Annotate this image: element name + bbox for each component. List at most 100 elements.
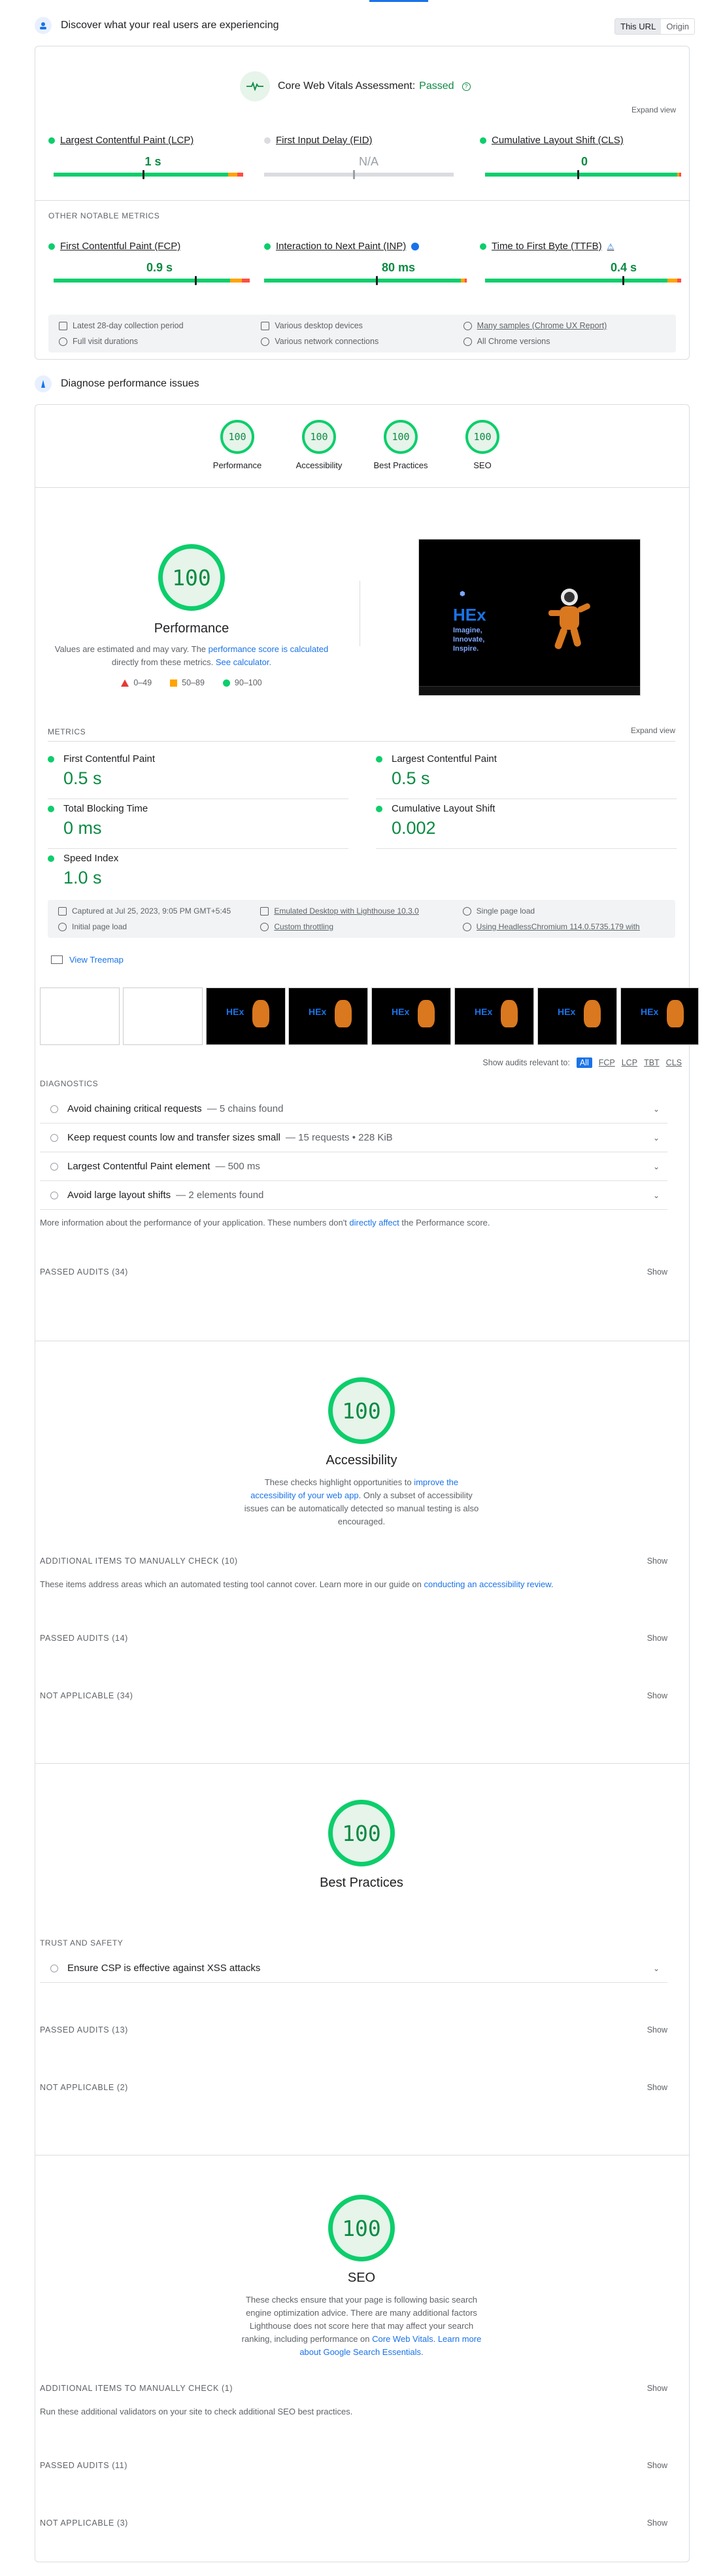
distribution-bar	[485, 276, 681, 285]
best-practices-gauge: 100	[328, 1800, 395, 1866]
show-button[interactable]: Show	[647, 1691, 667, 1700]
tab-seo[interactable]: 100 SEO	[453, 420, 512, 470]
good-dot-icon	[48, 137, 55, 144]
chevron-down-icon: ⌄	[652, 1963, 660, 1973]
audit-item[interactable]: Keep request counts low and transfer siz…	[40, 1124, 667, 1152]
accessibility-review-link[interactable]: conducting an accessibility review	[424, 1579, 551, 1589]
metric-name: First Contentful Paint (FCP)	[60, 241, 181, 252]
show-button[interactable]: Show	[647, 1267, 667, 1277]
crux-info-box: Latest 28-day collection period Various …	[48, 315, 676, 352]
cwv-card: Core Web Vitals Assessment: Passed ? Exp…	[35, 46, 690, 360]
filter-all[interactable]: All	[576, 1057, 592, 1068]
filter-tbt[interactable]: TBT	[644, 1058, 660, 1067]
metric-name: Cumulative Layout Shift (CLS)	[492, 135, 624, 146]
info-item: All Chrome versions	[463, 337, 665, 346]
divider	[35, 200, 690, 201]
metric-value: 0.9 s	[146, 261, 173, 274]
assessment-label: Core Web Vitals Assessment:	[278, 80, 416, 92]
chevron-down-icon: ⌄	[652, 1133, 660, 1142]
metric-tbt: Total Blocking Time 0 ms	[48, 803, 348, 849]
seo-gauge: 100	[328, 2195, 395, 2261]
runtime-settings: Captured at Jul 25, 2023, 9:05 PM GMT+5:…	[48, 900, 675, 938]
timer-icon	[58, 922, 67, 931]
not-applicable-row[interactable]: NOT APPLICABLE (3) Show	[40, 2518, 667, 2528]
tab-performance[interactable]: 100 Performance	[208, 420, 267, 470]
final-screenshot[interactable]: ⬢ HEx Imagine, Innovate, Inspire.	[418, 539, 641, 696]
audit-filter: Show audits relevant to: All FCP LCP TBT…	[482, 1057, 682, 1068]
pass-circle-icon	[222, 679, 230, 687]
filmstrip-frame: HEx	[454, 987, 534, 1045]
not-applicable-row[interactable]: NOT APPLICABLE (34) Show	[40, 1691, 667, 1700]
help-icon[interactable]: ?	[462, 82, 471, 91]
metric-cls[interactable]: Cumulative Layout Shift (CLS) 0	[480, 135, 689, 179]
show-button[interactable]: Show	[647, 2461, 667, 2470]
score-gauge: 100	[302, 420, 336, 454]
distribution-bar	[264, 170, 454, 179]
metric-inp[interactable]: Interaction to Next Paint (INP) 80 ms	[264, 241, 473, 285]
info-circle-icon	[50, 1105, 58, 1113]
metric-fid[interactable]: First Input Delay (FID) N/A	[264, 135, 473, 179]
directly-affect-link[interactable]: directly affect	[349, 1218, 399, 1228]
passed-audits-row[interactable]: PASSED AUDITS (11) Show	[40, 2461, 667, 2470]
expand-view-link[interactable]: Expand view	[631, 726, 675, 735]
info-circle-icon	[50, 1133, 58, 1142]
metric-fcp: First Contentful Paint 0.5 s	[48, 753, 348, 799]
metric-value: 0	[580, 155, 588, 168]
score-legend: 0–49 50–89 90–100	[54, 678, 329, 687]
metric-value: 80 ms	[382, 261, 416, 274]
average-square-icon	[170, 679, 178, 687]
audit-item[interactable]: Ensure CSP is effective against XSS atta…	[40, 1954, 667, 1983]
info-item: Various network connections	[261, 337, 463, 346]
metric-ttfb[interactable]: Time to First Byte (TTFB) ⚠ 0.4 s	[480, 241, 689, 285]
passed-audits-row[interactable]: PASSED AUDITS (14) Show	[40, 1634, 667, 1643]
diagnose-header: Diagnose performance issues	[35, 375, 199, 392]
good-dot-icon	[480, 137, 486, 144]
treemap-icon	[51, 955, 63, 964]
see-calculator-link[interactable]: See calculator.	[216, 657, 271, 667]
passed-audits-row[interactable]: PASSED AUDITS (13) Show	[40, 2025, 667, 2035]
tab-best-practices[interactable]: 100 Best Practices	[371, 420, 430, 470]
show-button[interactable]: Show	[647, 2083, 667, 2092]
filter-cls[interactable]: CLS	[666, 1058, 682, 1067]
audit-item[interactable]: Largest Contentful Paint element — 500 ms…	[40, 1152, 667, 1181]
tab-accessibility[interactable]: 100 Accessibility	[290, 420, 348, 470]
filmstrip-frame	[40, 987, 120, 1045]
url-origin-toggle[interactable]: This URL Origin	[614, 18, 695, 35]
good-dot-icon	[48, 855, 54, 862]
good-dot-icon	[48, 805, 54, 812]
core-web-vitals-link[interactable]: Core Web Vitals	[372, 2334, 433, 2344]
metric-lcp[interactable]: Largest Contentful Paint (LCP) 1 s	[48, 135, 258, 179]
not-applicable-row[interactable]: NOT APPLICABLE (2) Show	[40, 2083, 667, 2092]
metric-value: 0.4 s	[611, 261, 637, 274]
metric-si: Speed Index 1.0 s	[48, 853, 348, 888]
good-dot-icon	[48, 243, 55, 250]
manual-check-row[interactable]: ADDITIONAL ITEMS TO MANUALLY CHECK (1) Sh…	[40, 2384, 667, 2393]
metric-value: 1.0 s	[63, 868, 102, 887]
filter-fcp[interactable]: FCP	[599, 1058, 615, 1067]
metric-value: 0.5 s	[392, 768, 430, 788]
show-button[interactable]: Show	[647, 1556, 667, 1566]
chevron-down-icon: ⌄	[652, 1190, 660, 1200]
this-url-tab[interactable]: This URL	[615, 19, 662, 34]
divider	[48, 741, 675, 742]
origin-tab[interactable]: Origin	[661, 19, 694, 34]
manual-check-desc: Run these additional validators on your …	[40, 2407, 353, 2416]
warning-icon[interactable]: ⚠	[607, 242, 614, 251]
score-calc-link[interactable]: performance score is calculated	[209, 644, 329, 654]
passed-audits-row[interactable]: PASSED AUDITS (34) Show	[40, 1267, 667, 1277]
audit-item[interactable]: Avoid large layout shifts — 2 elements fo…	[40, 1181, 667, 1210]
manual-check-row[interactable]: ADDITIONAL ITEMS TO MANUALLY CHECK (10) S…	[40, 1556, 667, 1566]
audit-item[interactable]: Avoid chaining critical requests — 5 chai…	[40, 1095, 667, 1124]
show-button[interactable]: Show	[647, 2025, 667, 2035]
filter-lcp[interactable]: LCP	[622, 1058, 637, 1067]
manual-check-desc: These items address areas which an autom…	[40, 1579, 554, 1589]
show-button[interactable]: Show	[647, 1634, 667, 1643]
performance-gauge: 100	[158, 544, 225, 611]
expand-view-link[interactable]: Expand view	[631, 105, 676, 114]
metric-fcp[interactable]: First Contentful Paint (FCP) 0.9 s	[48, 241, 258, 285]
show-button[interactable]: Show	[647, 2518, 667, 2528]
experimental-icon[interactable]	[411, 242, 420, 250]
lighthouse-icon	[35, 375, 52, 392]
show-button[interactable]: Show	[647, 2384, 667, 2393]
view-treemap-button[interactable]: View Treemap	[51, 955, 124, 965]
